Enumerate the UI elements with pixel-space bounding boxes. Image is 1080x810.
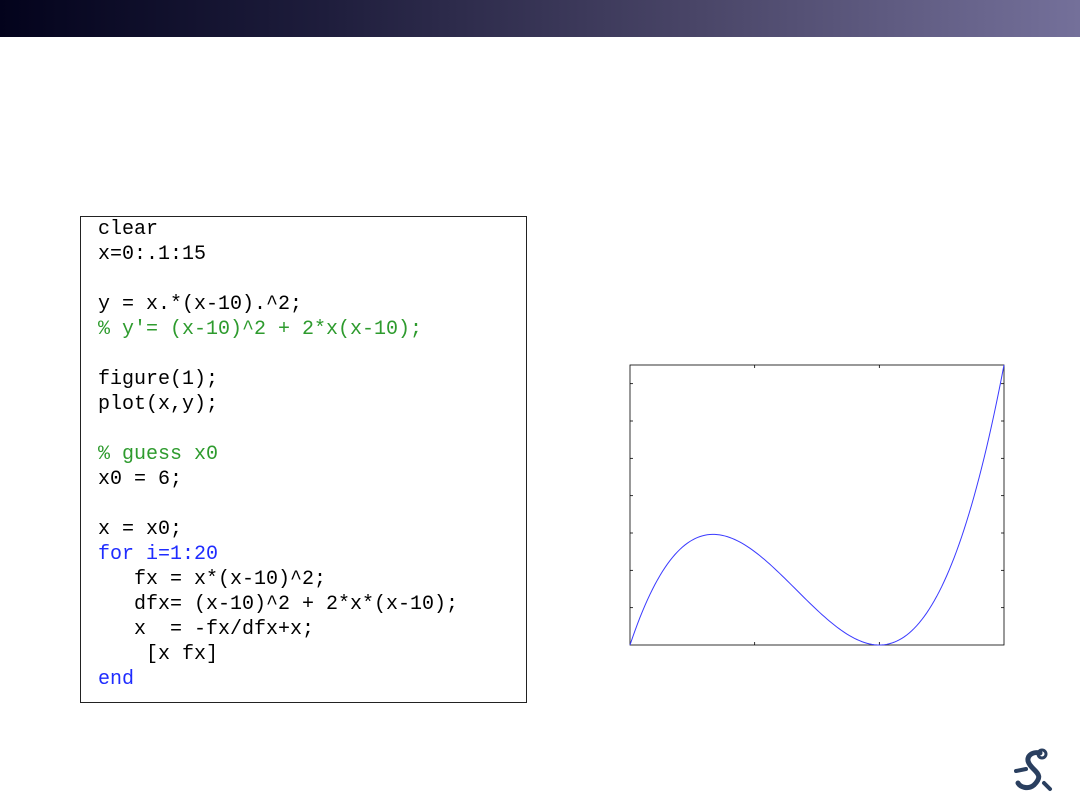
code-line: dfx= (x-10)^2 + 2*x*(x-10); xyxy=(98,593,459,616)
code-line: clear xyxy=(98,218,159,241)
code-line: y = x.*(x-10).^2; xyxy=(98,293,303,316)
code-line: plot(x,y); xyxy=(98,393,219,416)
code-listing-box: clear x=0:.1:15 y = x.*(x-10).^2;% y'= (x-… xyxy=(80,216,527,703)
title-bar xyxy=(0,0,1080,37)
code-line: x = x0; xyxy=(98,518,183,541)
code-line: end xyxy=(98,668,135,691)
code-line: fx = x*(x-10)^2; xyxy=(98,568,327,591)
code-line: x0 = 6; xyxy=(98,468,183,491)
code-line: for i=1:20 xyxy=(98,543,219,566)
code-line: % y'= (x-10)^2 + 2*x(x-10); xyxy=(98,318,423,341)
code-line: figure(1); xyxy=(98,368,219,391)
code-line: [x fx] xyxy=(98,643,219,666)
function-plot xyxy=(629,364,1005,646)
code-line: % guess x0 xyxy=(98,443,219,466)
plot-axes-box xyxy=(629,364,1005,646)
code-line: x = -fx/dfx+x; xyxy=(98,618,315,641)
matlab-code-listing: clear x=0:.1:15 y = x.*(x-10).^2;% y'= (x-… xyxy=(98,217,458,692)
code-line: x=0:.1:15 xyxy=(98,243,207,266)
robot-arm-logo-icon xyxy=(1014,748,1052,791)
